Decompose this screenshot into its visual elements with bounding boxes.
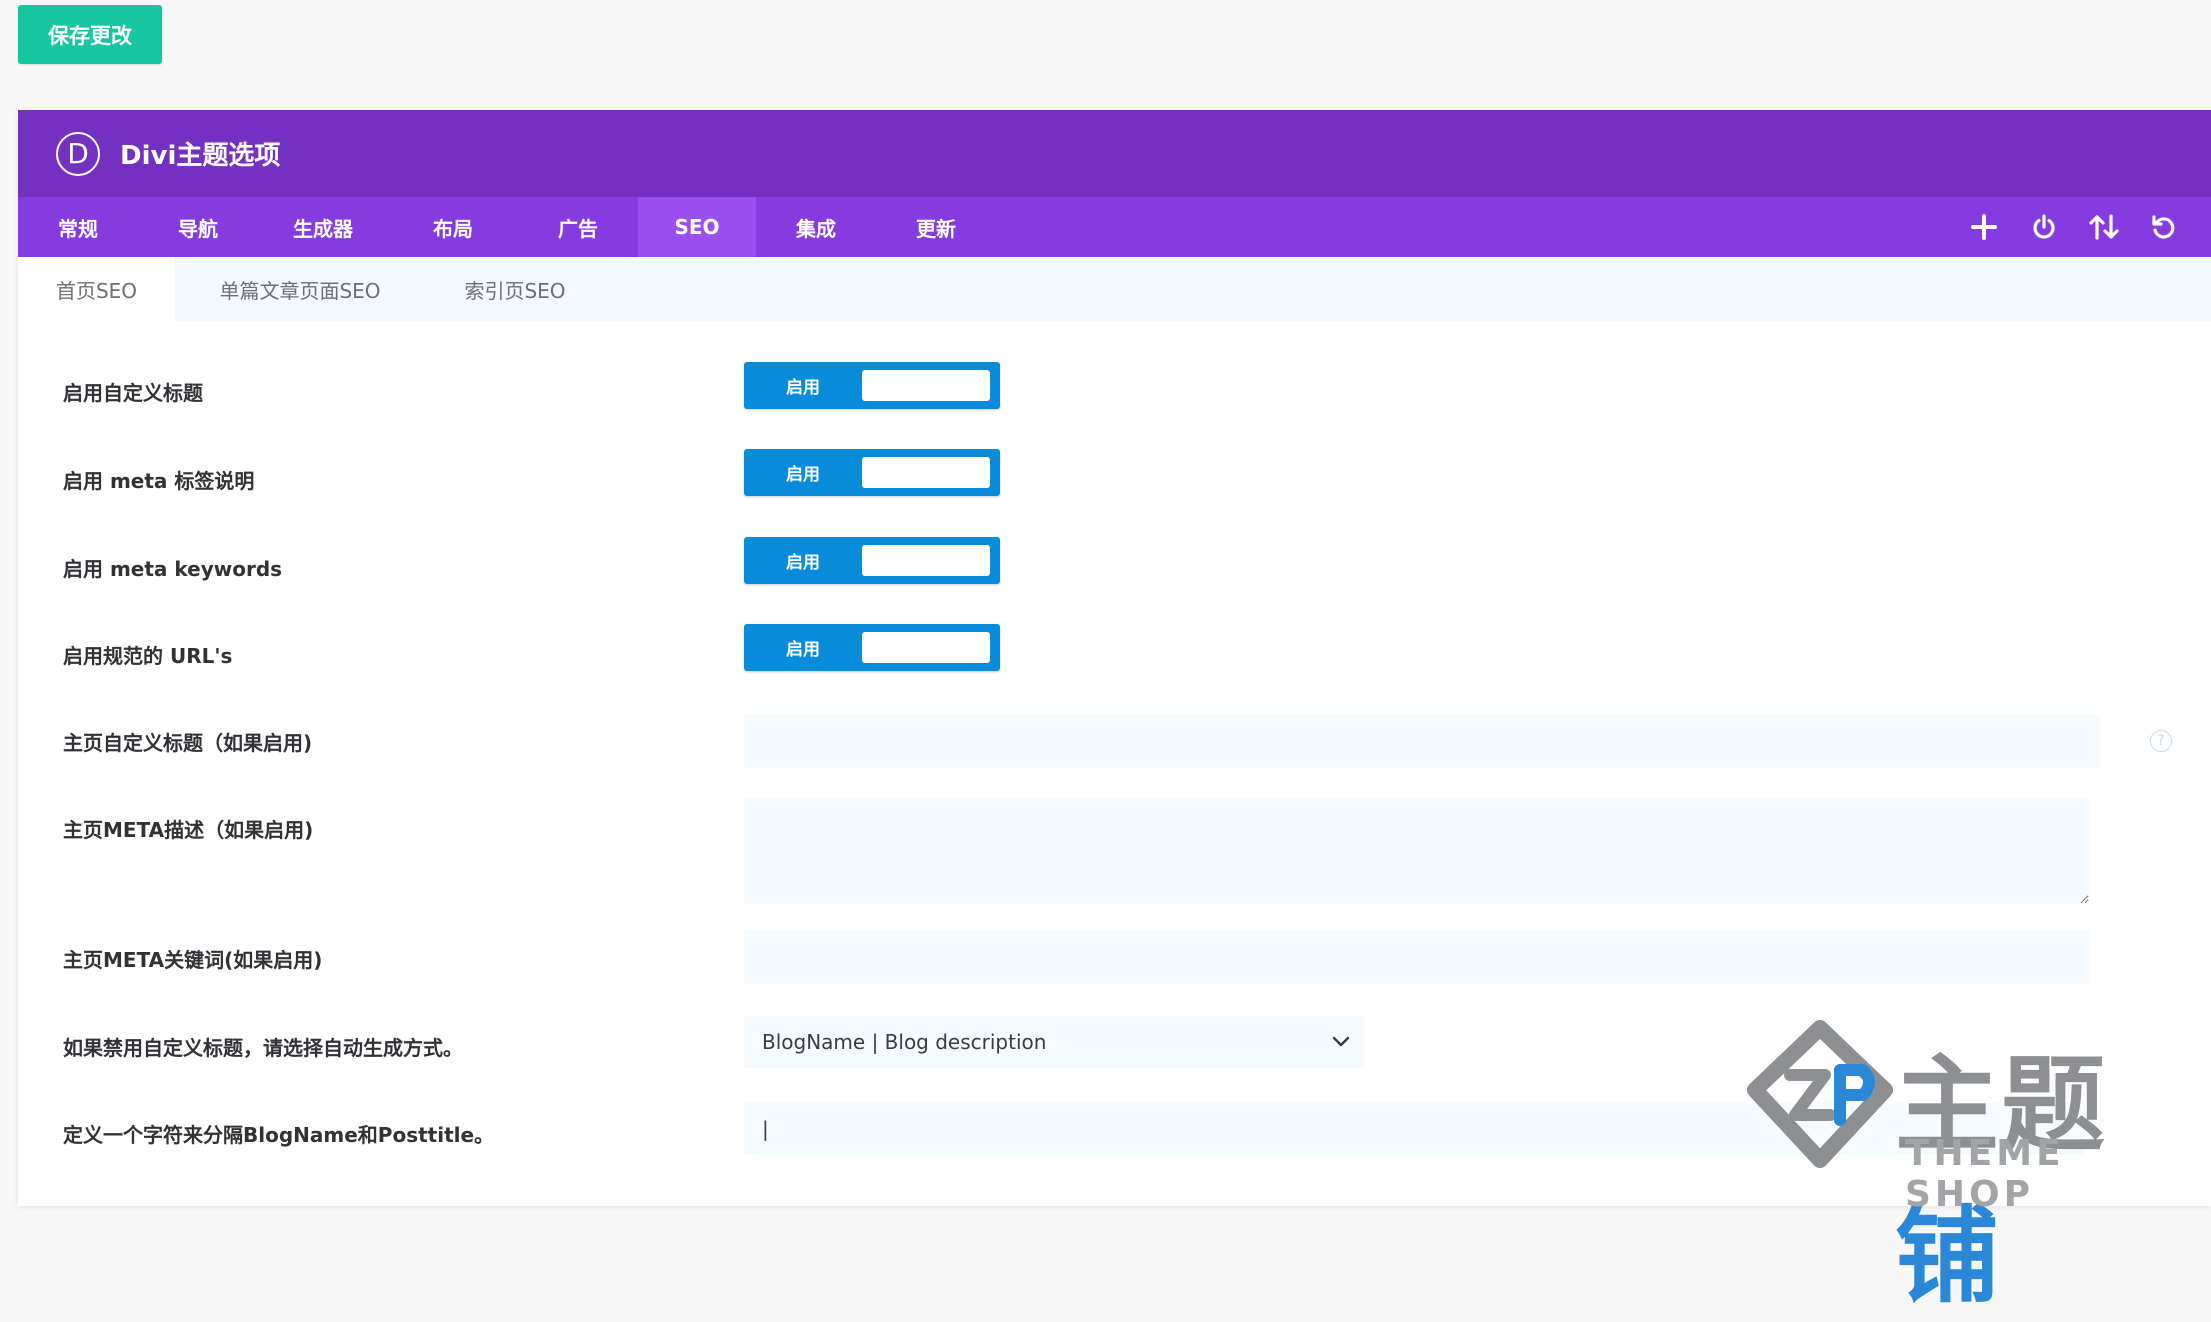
seo-subtabs: 首页SEO 单篇文章页面SEO 索引页SEO (18, 257, 2211, 321)
watermark-en-text: THEME SHOP (1905, 1133, 2065, 1215)
divi-logo-icon: D (56, 131, 100, 176)
separator-value: | (762, 1117, 769, 1141)
save-changes-button[interactable]: 保存更改 (18, 5, 162, 64)
meta-description-label: 启用 meta 标签说明 (63, 469, 255, 493)
toggle-on-label: 启用 (786, 640, 820, 660)
tab-integration[interactable]: 集成 (756, 197, 876, 257)
toggle-knob (862, 545, 990, 576)
tab-layout[interactable]: 布局 (388, 197, 518, 257)
select-value: BlogName | Blog description (762, 1030, 1047, 1054)
canonical-urls-label: 启用规范的 URL's (63, 644, 233, 668)
tab-seo[interactable]: SEO (638, 197, 756, 257)
toggle-knob (862, 370, 990, 401)
toggle-on-label: 启用 (786, 553, 820, 573)
canonical-urls-toggle[interactable]: 启用 (744, 624, 1000, 671)
tab-toolbar (1967, 197, 2181, 257)
plus-icon[interactable] (1967, 210, 2001, 244)
panel-title: Divi主题选项 (120, 141, 281, 171)
tab-updates[interactable]: 更新 (876, 197, 996, 257)
home-meta-desc-label: 主页META描述（如果启用) (63, 818, 314, 842)
power-icon[interactable] (2027, 210, 2061, 244)
home-meta-keywords-input[interactable] (744, 930, 2089, 984)
subtab-single-post-seo[interactable]: 单篇文章页面SEO (175, 257, 425, 321)
undo-icon[interactable] (2147, 210, 2181, 244)
toggle-knob (862, 457, 990, 488)
toggle-on-label: 启用 (786, 378, 820, 398)
custom-title-toggle[interactable]: 启用 (744, 362, 1000, 409)
meta-description-toggle[interactable]: 启用 (744, 449, 1000, 496)
auto-title-method-label: 如果禁用自定义标题，请选择自动生成方式。 (63, 1036, 463, 1060)
main-tabs: 常规 导航 生成器 布局 广告 SEO 集成 更新 (18, 197, 2211, 257)
home-meta-keywords-label: 主页META关键词(如果启用) (63, 948, 323, 972)
meta-keywords-toggle[interactable]: 启用 (744, 537, 1000, 584)
chevron-down-icon (1332, 1036, 1350, 1047)
home-meta-desc-textarea[interactable] (744, 798, 2089, 904)
toggle-on-label: 启用 (786, 465, 820, 485)
subtab-index-seo[interactable]: 索引页SEO (425, 257, 605, 321)
help-icon[interactable]: ? (2150, 730, 2172, 752)
custom-title-label: 启用自定义标题 (63, 381, 203, 405)
home-custom-title-input[interactable] (744, 714, 2100, 768)
auto-title-method-select[interactable]: BlogName | Blog description (744, 1016, 1364, 1068)
watermark: 主题铺 THEME SHOP (1745, 1020, 2185, 1317)
separator-label: 定义一个字符来分隔BlogName和Posttitle。 (63, 1123, 495, 1147)
home-custom-title-label: 主页自定义标题（如果启用) (63, 731, 313, 755)
tab-general[interactable]: 常规 (18, 197, 138, 257)
meta-keywords-label: 启用 meta keywords (63, 557, 283, 581)
toggle-knob (862, 632, 990, 663)
sort-arrows-icon[interactable] (2087, 210, 2121, 244)
tab-navigation[interactable]: 导航 (138, 197, 258, 257)
subtab-home-seo[interactable]: 首页SEO (18, 257, 175, 321)
watermark-logo-icon (1747, 1020, 1893, 1168)
tab-ads[interactable]: 广告 (518, 197, 638, 257)
tab-builder[interactable]: 生成器 (258, 197, 388, 257)
panel-header: D Divi主题选项 (18, 110, 2211, 197)
